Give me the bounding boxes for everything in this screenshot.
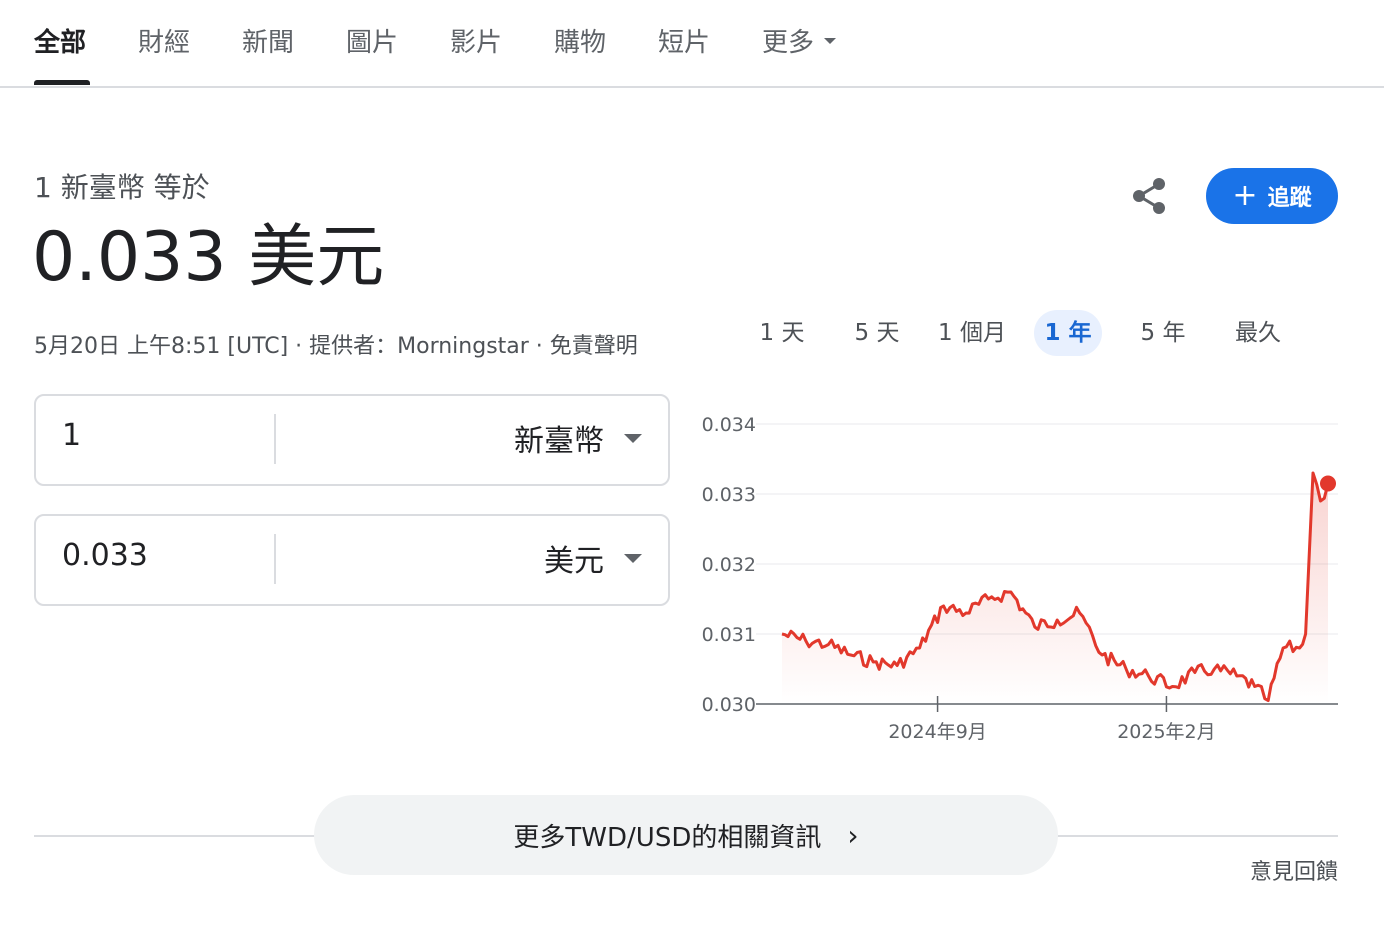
chevron-right-icon: › <box>847 818 859 852</box>
tab-more[interactable]: 更多 <box>762 26 837 60</box>
chart-point <box>1319 499 1323 503</box>
chart-point <box>1055 618 1059 622</box>
tab-shopping[interactable]: 購物 <box>554 26 606 60</box>
chart-y-axis: 0.034 0.033 0.032 0.031 0.030 <box>702 414 756 716</box>
chart-point <box>1304 632 1308 636</box>
dropdown-arrow-icon[interactable] <box>624 434 642 443</box>
chart-point <box>1078 611 1082 615</box>
dropdown-arrow-icon[interactable] <box>624 554 642 563</box>
chart-point <box>895 664 899 668</box>
tab-all[interactable]: 全部 <box>34 26 86 60</box>
chart-point <box>918 646 922 650</box>
range-max[interactable]: 最久 <box>1224 310 1292 356</box>
x-tick-label: 2024年9月 <box>888 721 986 743</box>
plus-icon: + <box>1232 178 1258 213</box>
exchange-rate-chart[interactable]: 0.034 0.033 0.032 0.031 0.030 2024年9月 2025年2月 <box>690 400 1350 760</box>
chart-point <box>1266 699 1270 703</box>
y-tick-label: 0.033 <box>702 484 756 506</box>
chart-point <box>1193 671 1197 675</box>
chart-point <box>986 597 990 601</box>
chart-point <box>1281 646 1285 650</box>
chart-point <box>1253 685 1257 689</box>
chart-point <box>1235 674 1239 678</box>
tab-shorts[interactable]: 短片 <box>658 26 710 60</box>
range-5d[interactable]: 5 天 <box>843 310 911 356</box>
y-tick-label: 0.030 <box>702 694 756 716</box>
currency-from-select[interactable]: 新臺幣 <box>514 416 604 460</box>
chart-point <box>964 611 968 615</box>
conversion-meta: 5月20日 上午8:51 [UTC] · 提供者：Morningstar · 免… <box>34 334 638 359</box>
converter-divider <box>274 534 276 584</box>
amount-to-input[interactable]: 0.033 <box>62 538 148 573</box>
chart-point <box>804 639 808 643</box>
feedback-link[interactable]: 意見回饋 <box>1250 854 1338 886</box>
range-1y[interactable]: 1 年 <box>1034 310 1102 356</box>
tab-finance[interactable]: 財經 <box>138 26 190 60</box>
chart-point <box>849 653 853 657</box>
converter-from-row: 1 新臺幣 <box>34 394 670 486</box>
follow-label: 追蹤 <box>1267 186 1312 211</box>
converter-divider <box>274 414 276 464</box>
converter-to-row: 0.033 美元 <box>34 514 670 606</box>
currency-to-select[interactable]: 美元 <box>544 536 604 580</box>
range-1d[interactable]: 1 天 <box>748 310 816 356</box>
chart-point <box>1100 653 1104 657</box>
more-info-label: 更多TWD/USD的相關資訊 <box>513 822 822 853</box>
tab-videos[interactable]: 影片 <box>450 26 502 60</box>
x-tick-label: 2025年2月 <box>1117 721 1215 743</box>
chart-point <box>826 643 830 647</box>
chart-point <box>1311 471 1315 475</box>
active-tab-indicator <box>34 80 90 85</box>
chart-point <box>780 632 784 636</box>
chart-point <box>942 604 946 608</box>
range-5y[interactable]: 5 年 <box>1129 310 1197 356</box>
tab-more-label: 更多 <box>762 28 815 58</box>
tab-news[interactable]: 新聞 <box>242 26 294 60</box>
search-tabs-bar: 全部 財經 新聞 圖片 影片 購物 短片 更多 <box>0 0 1384 88</box>
chart-point <box>1033 625 1037 629</box>
chart-point <box>1009 590 1013 594</box>
chart-point <box>1146 674 1150 678</box>
amount-from-input[interactable]: 1 <box>62 418 81 453</box>
y-tick-label: 0.032 <box>702 554 756 576</box>
chevron-down-icon <box>824 37 837 44</box>
share-button[interactable] <box>1128 174 1172 218</box>
chart-point <box>1298 646 1302 650</box>
chart-area-fill <box>782 473 1328 704</box>
conversion-result: 0.033 美元 <box>32 218 385 297</box>
range-1m[interactable]: 1 個月 <box>928 310 1016 356</box>
tab-images[interactable]: 圖片 <box>346 26 398 60</box>
conversion-equals-label: 1 新臺幣 等於 <box>34 171 210 204</box>
chart-point <box>1124 667 1128 671</box>
y-tick-label: 0.031 <box>702 624 756 646</box>
chart-point <box>871 660 875 664</box>
chart-point <box>1212 667 1216 671</box>
more-info-button[interactable]: 更多TWD/USD的相關資訊 › <box>314 795 1058 875</box>
share-icon <box>1133 178 1165 214</box>
chart-current-point <box>1320 475 1336 492</box>
y-tick-label: 0.034 <box>702 414 756 436</box>
chart-point <box>1170 685 1174 689</box>
follow-button[interactable]: + 追蹤 <box>1206 168 1338 224</box>
